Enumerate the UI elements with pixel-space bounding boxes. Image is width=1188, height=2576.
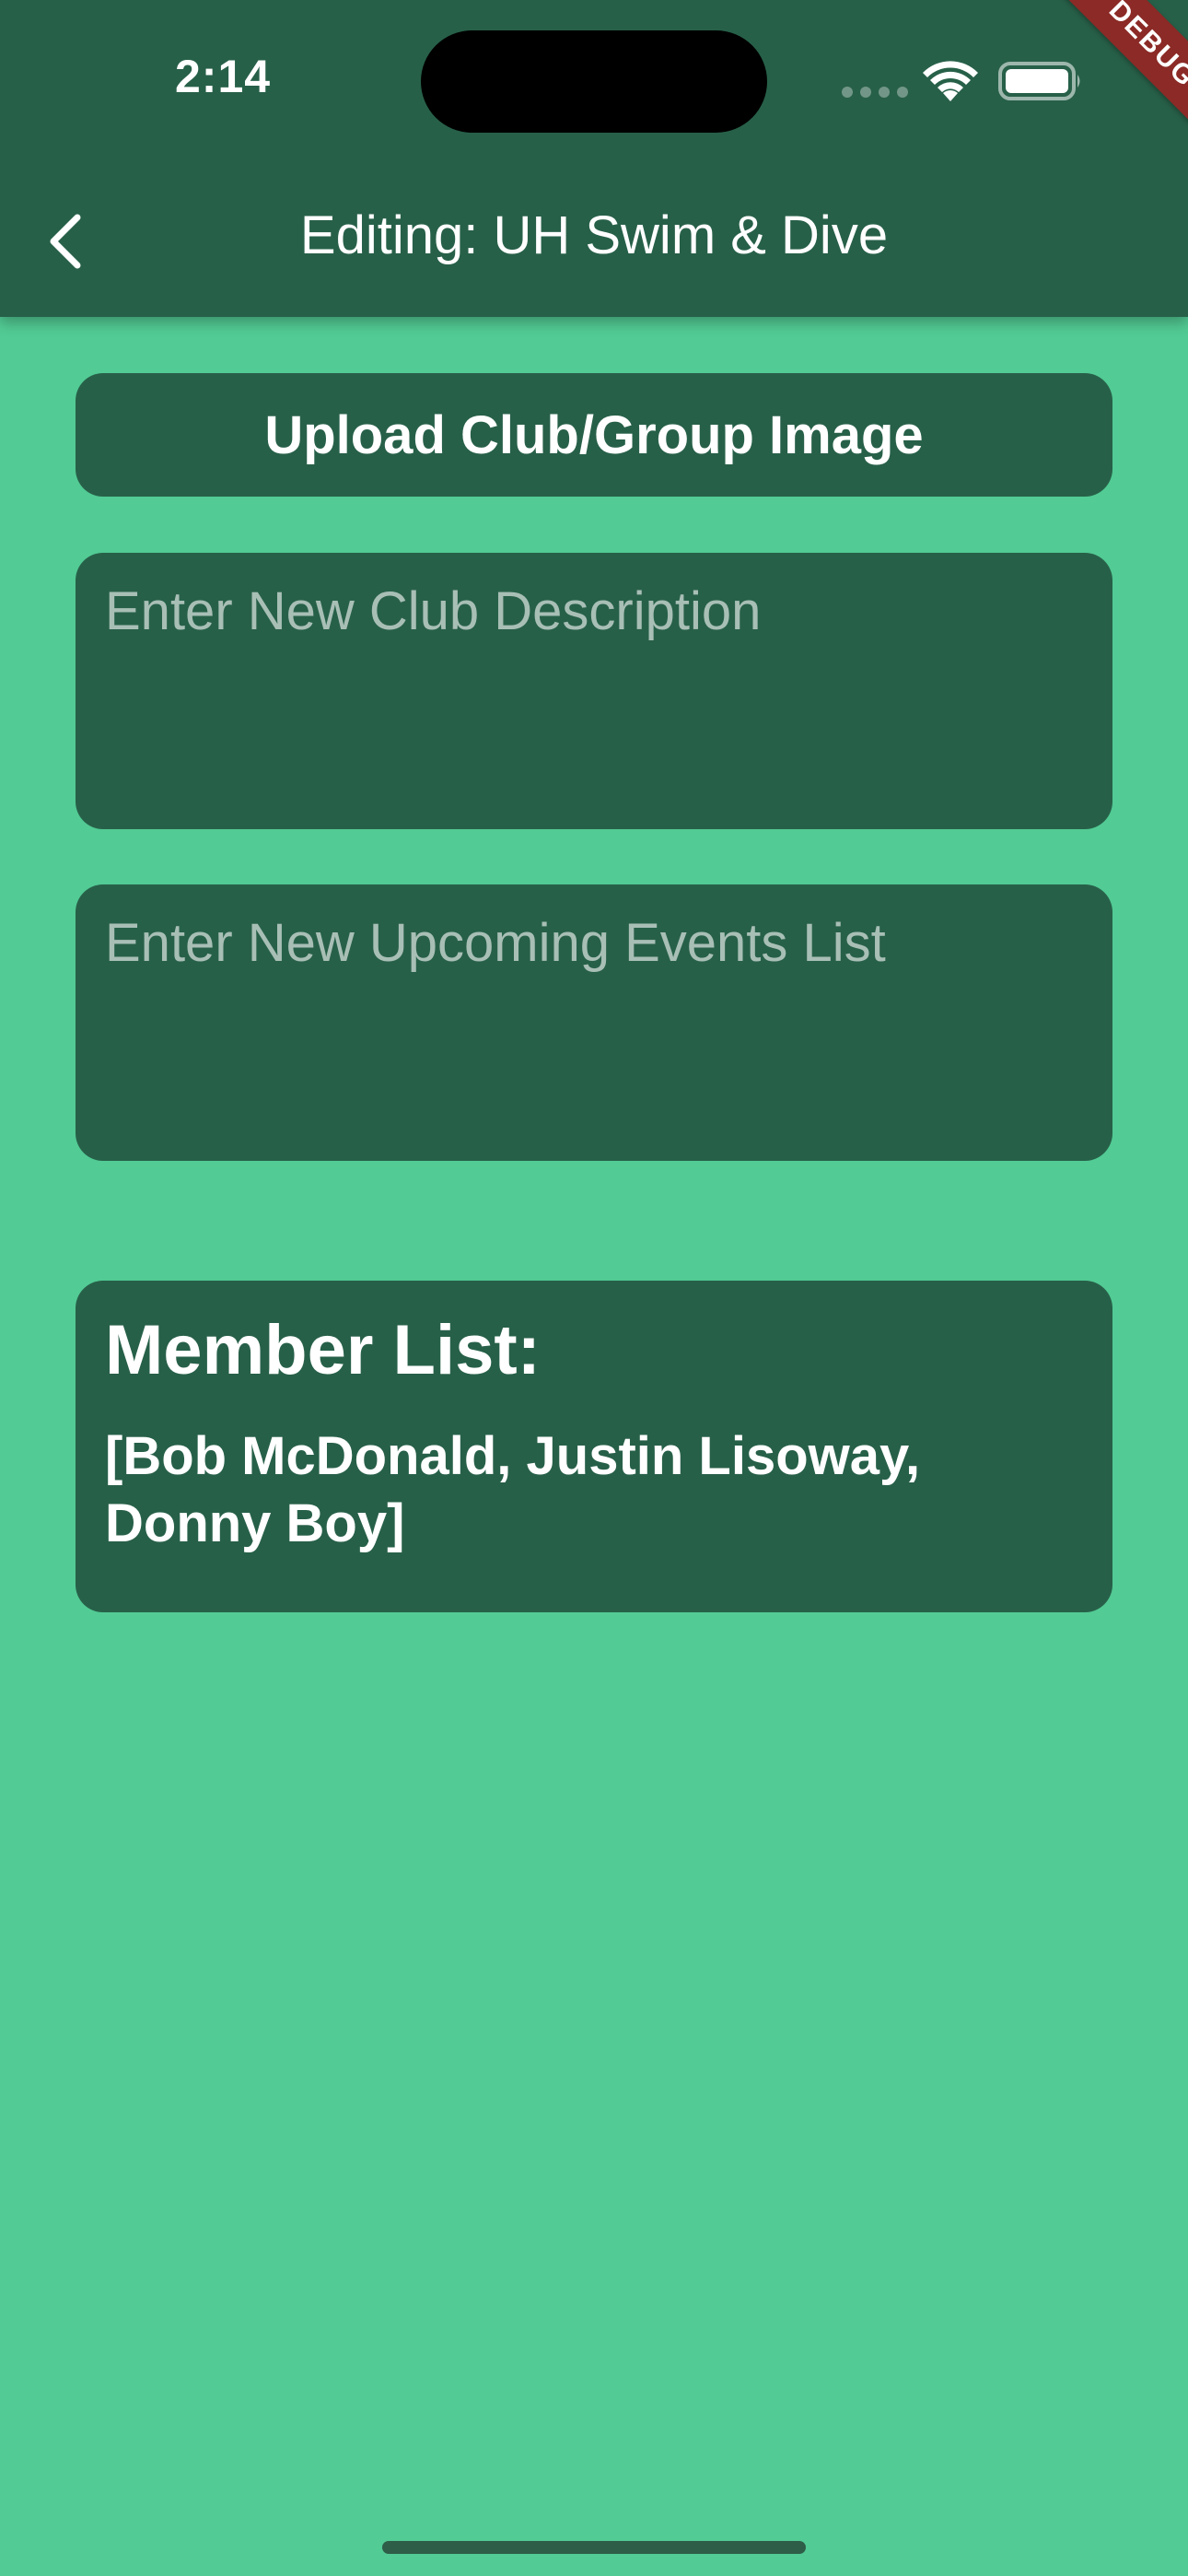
cellular-signal-icon — [842, 87, 908, 98]
app-bar: 2:14 Editing: UH Swim & Dive — [0, 0, 1188, 317]
club-description-field[interactable] — [76, 553, 1112, 829]
upload-image-button[interactable]: Upload Club/Group Image — [76, 373, 1112, 497]
page-title: Editing: UH Swim & Dive — [299, 205, 889, 265]
home-indicator[interactable] — [382, 2541, 806, 2554]
upcoming-events-field[interactable] — [76, 884, 1112, 1161]
wifi-icon — [923, 61, 978, 101]
status-time: 2:14 — [175, 51, 272, 102]
club-description-input[interactable] — [105, 579, 1083, 803]
chevron-left-icon — [50, 214, 81, 269]
member-list-title: Member List: — [105, 1311, 541, 1389]
back-button[interactable] — [28, 201, 101, 282]
member-list-card: Member List: [Bob McDonald, Justin Lisow… — [76, 1281, 1112, 1612]
upload-image-label: Upload Club/Group Image — [264, 404, 924, 465]
dynamic-island — [421, 30, 767, 133]
upcoming-events-input[interactable] — [105, 910, 1083, 1135]
member-list-text: [Bob McDonald, Justin Lisoway, Donny Boy… — [105, 1426, 921, 1553]
battery-icon — [998, 62, 1080, 100]
